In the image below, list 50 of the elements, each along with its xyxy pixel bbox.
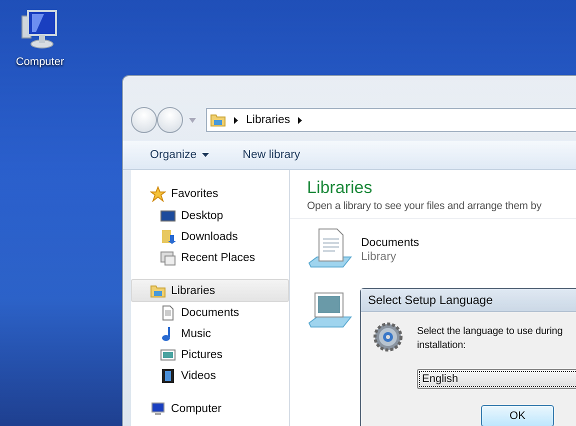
nav-group-label: Libraries [171, 284, 216, 296]
nav-item[interactable]: Videos [131, 365, 289, 386]
breadcrumb-item[interactable]: Libraries [246, 114, 290, 126]
document-icon [160, 304, 176, 320]
nav-group-label: Favorites [171, 188, 218, 200]
nav-item[interactable]: Documents [131, 302, 289, 323]
nav-item-label: Pictures [181, 348, 223, 360]
nav-item[interactable]: Pictures [131, 344, 289, 365]
film-icon [160, 368, 176, 384]
chevron-icon [234, 116, 238, 124]
gear-icon [373, 322, 403, 352]
desktop-icon-label[interactable]: Computer [16, 56, 64, 68]
back-button[interactable] [131, 107, 157, 133]
library-name[interactable]: Documents [361, 237, 420, 249]
address-bar[interactable]: Libraries [206, 108, 576, 132]
nav-item[interactable]: Recent Places [131, 247, 289, 268]
nav-group[interactable]: Favorites [131, 182, 289, 205]
dialog-title: Select Setup Language [361, 289, 576, 312]
nav-group[interactable]: Computer [131, 397, 289, 420]
forward-button[interactable] [157, 107, 183, 133]
caret-icon [189, 118, 196, 122]
nav-item-label: Videos [181, 370, 216, 382]
computer-icon [150, 400, 166, 416]
nav-item-label: Downloads [181, 230, 238, 242]
library-folder-icon [210, 112, 226, 128]
language-select[interactable]: English [417, 369, 576, 389]
library-caption: Library [361, 251, 398, 263]
page-subtitle: Open a library to see your files and arrange them by [307, 200, 542, 212]
nav-item[interactable]: Downloads [131, 226, 289, 247]
nav-group[interactable]: Libraries [131, 279, 289, 302]
library-folder-icon [150, 282, 166, 298]
ok-button[interactable]: OK [481, 405, 554, 426]
picture-icon [160, 346, 176, 362]
page-title: Libraries [307, 178, 374, 198]
star-icon [150, 186, 166, 202]
recent-places-icon [160, 250, 176, 266]
caret-icon [202, 153, 209, 157]
organize-menu[interactable]: Organize [148, 147, 211, 163]
nav-item-label: Documents [181, 306, 240, 318]
download-folder-icon [160, 228, 176, 244]
nav-item-label: Desktop [181, 210, 224, 222]
desktop-icon [160, 208, 176, 224]
nav-item-label: Recent Places [181, 252, 256, 264]
nav-item-label: Music [181, 328, 212, 340]
toolbar-button[interactable]: New library [240, 147, 302, 163]
chevron-icon [298, 116, 302, 124]
nav-item[interactable]: Desktop [131, 205, 289, 226]
nav-group-label: Computer [171, 402, 222, 414]
nav-item[interactable]: Music [131, 323, 289, 344]
dialog-message: Select the language to use during installation: [417, 325, 564, 353]
